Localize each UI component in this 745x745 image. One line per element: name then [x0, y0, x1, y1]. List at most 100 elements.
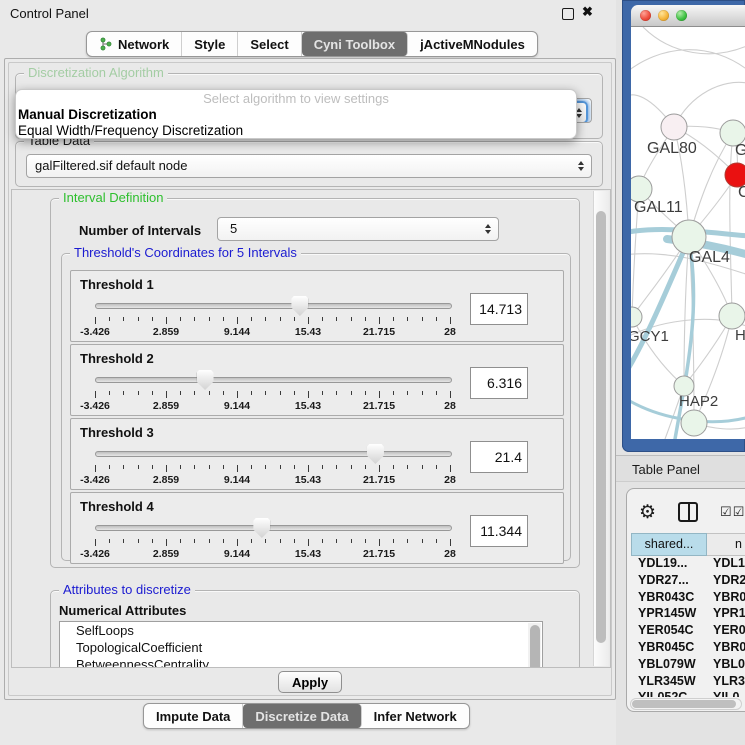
threshold-panel-2: Threshold 2 -3.4262.8599.14415.4321.71528…: [70, 344, 564, 416]
table-row[interactable]: YPR145WYPR1: [631, 606, 745, 623]
spinner-arrows-icon: [485, 224, 491, 234]
tab-label: Impute Data: [156, 709, 230, 724]
numerical-attributes-list[interactable]: SelfLoopsTopologicalCoefficientBetweenne…: [59, 621, 543, 668]
tick-mark: [209, 539, 210, 543]
tab-cyni-toolbox[interactable]: Cyni Toolbox: [302, 32, 408, 56]
table-data-combobox[interactable]: galFiltered.sif default node: [26, 154, 592, 178]
table-row[interactable]: YBR043CYBR0: [631, 590, 745, 607]
minimize-button[interactable]: [658, 10, 669, 21]
tab-impute-data[interactable]: Impute Data: [144, 704, 243, 728]
table-row[interactable]: YBL079WYBL0: [631, 657, 745, 674]
float-window-icon[interactable]: [562, 8, 574, 20]
slider-handle[interactable]: [291, 296, 308, 316]
network-node-gcy1[interactable]: [631, 307, 642, 327]
threshold-value-field[interactable]: 11.344: [470, 515, 528, 547]
horizontal-scrollbar[interactable]: [630, 698, 742, 710]
dropdown-option-manual-discretization[interactable]: Manual Discretization: [16, 107, 576, 123]
tick-mark: [237, 539, 238, 546]
tick-mark: [223, 317, 224, 321]
cell-name: YDL1: [707, 556, 745, 573]
tab-network[interactable]: Network: [87, 32, 182, 56]
threshold-slider: -3.4262.8599.14415.4321.71528: [95, 369, 450, 415]
slider-track[interactable]: [95, 303, 452, 309]
slider-handle[interactable]: [197, 370, 214, 390]
tab-discretize-data[interactable]: Discretize Data: [243, 704, 361, 728]
threshold-panel-1: Threshold 1-3.4262.8599.14415.4321.71528…: [70, 270, 564, 342]
tab-jactivemnodules[interactable]: jActiveMNodules: [408, 32, 537, 56]
network-canvas[interactable]: GAL80GACGAL11GAL4GCY1HHAP2: [631, 27, 745, 439]
close-button[interactable]: [640, 10, 651, 21]
threshold-slider: -3.4262.8599.14415.4321.71528: [95, 517, 450, 563]
network-node-h[interactable]: [719, 303, 745, 329]
threshold-value-field[interactable]: 21.4: [470, 441, 528, 473]
tick-mark: [95, 465, 96, 472]
slider-track[interactable]: [95, 525, 452, 531]
tick-mark: [322, 317, 323, 321]
threshold-value-field[interactable]: 6.316: [470, 367, 528, 399]
control-panel: Control Panel ✖ NetworkStyleSelectCyni T…: [0, 0, 617, 745]
table-row[interactable]: YDL19...YDL1: [631, 556, 745, 573]
tick-mark: [95, 391, 96, 398]
network-node[interactable]: [681, 410, 707, 436]
slider-handle[interactable]: [367, 444, 384, 464]
table-row[interactable]: YLR345WYLR3: [631, 674, 745, 691]
tick-mark: [138, 465, 139, 469]
columns-icon[interactable]: [678, 502, 698, 522]
tick-label: 9.144: [224, 400, 250, 412]
tab-style[interactable]: Style: [182, 32, 238, 56]
network-node-gal80[interactable]: [661, 114, 687, 140]
threshold-value-field[interactable]: 14.713: [470, 293, 528, 325]
threshold-label: Threshold 2: [80, 351, 154, 366]
threshold-slider: -3.4262.8599.14415.4321.71528: [95, 295, 450, 341]
column-header-name[interactable]: n: [707, 533, 745, 556]
tab-infer-network[interactable]: Infer Network: [362, 704, 469, 728]
list-item-selfloops[interactable]: SelfLoops: [60, 622, 542, 639]
tick-labels: -3.4262.8599.14415.4321.71528: [95, 400, 450, 412]
tick-mark: [407, 317, 408, 321]
tick-mark: [194, 539, 195, 543]
close-icon[interactable]: ✖: [582, 4, 593, 20]
tick-mark: [152, 317, 153, 321]
tick-mark: [223, 465, 224, 469]
list-scrollbar[interactable]: [528, 623, 541, 668]
slider-track[interactable]: [95, 377, 452, 383]
tick-mark: [365, 539, 366, 543]
network-window-titlebar[interactable]: [631, 5, 745, 27]
gear-icon[interactable]: ⚙: [639, 503, 656, 522]
scrollbar-thumb[interactable]: [530, 625, 540, 668]
tick-mark: [166, 465, 167, 472]
tick-mark: [180, 391, 181, 395]
scrollbar-thumb[interactable]: [596, 211, 606, 643]
tick-mark: [336, 391, 337, 395]
list-item-topologicalcoefficient[interactable]: TopologicalCoefficient: [60, 639, 542, 656]
table-row[interactable]: YER054CYER0: [631, 623, 745, 640]
number-of-intervals-combobox[interactable]: 5: [217, 217, 499, 241]
node-label: H: [735, 327, 745, 344]
tab-select[interactable]: Select: [238, 32, 301, 56]
tick-mark: [95, 539, 96, 546]
tick-mark: [280, 465, 281, 469]
scrollbar-thumb[interactable]: [632, 700, 736, 708]
dropdown-option-equal-width-frequency[interactable]: Equal Width/Frequency Discretization: [16, 123, 576, 139]
zoom-button[interactable]: [676, 10, 687, 21]
network-graph[interactable]: GAL80GACGAL11GAL4GCY1HHAP2: [631, 27, 745, 439]
table-row[interactable]: YIL052CYIL0: [631, 690, 745, 697]
vertical-scrollbar[interactable]: [593, 191, 609, 666]
network-view-window: GAL80GACGAL11GAL4GCY1HHAP2: [622, 0, 745, 452]
tick-label: -3.426: [80, 474, 110, 486]
table-row[interactable]: YBR045CYBR0: [631, 640, 745, 657]
list-item-betweennesscentrality[interactable]: BetweennessCentrality: [60, 656, 542, 668]
column-header-shared-name[interactable]: shared...: [631, 533, 707, 556]
cell-name: YDR2: [707, 573, 745, 590]
number-of-intervals-value: 5: [230, 221, 237, 236]
slider-handle[interactable]: [253, 518, 270, 538]
table-row[interactable]: YDR27...YDR2: [631, 573, 745, 590]
apply-button[interactable]: Apply: [278, 671, 342, 693]
tick-mark: [209, 391, 210, 395]
tick-mark: [407, 465, 408, 469]
table-header-row: shared... n: [631, 533, 745, 556]
tick-label: 21.715: [363, 474, 395, 486]
tick-label: 2.859: [153, 548, 179, 560]
select-columns-checkboxes-icon[interactable]: ☑☑: [720, 504, 745, 520]
slider-track[interactable]: [95, 451, 452, 457]
